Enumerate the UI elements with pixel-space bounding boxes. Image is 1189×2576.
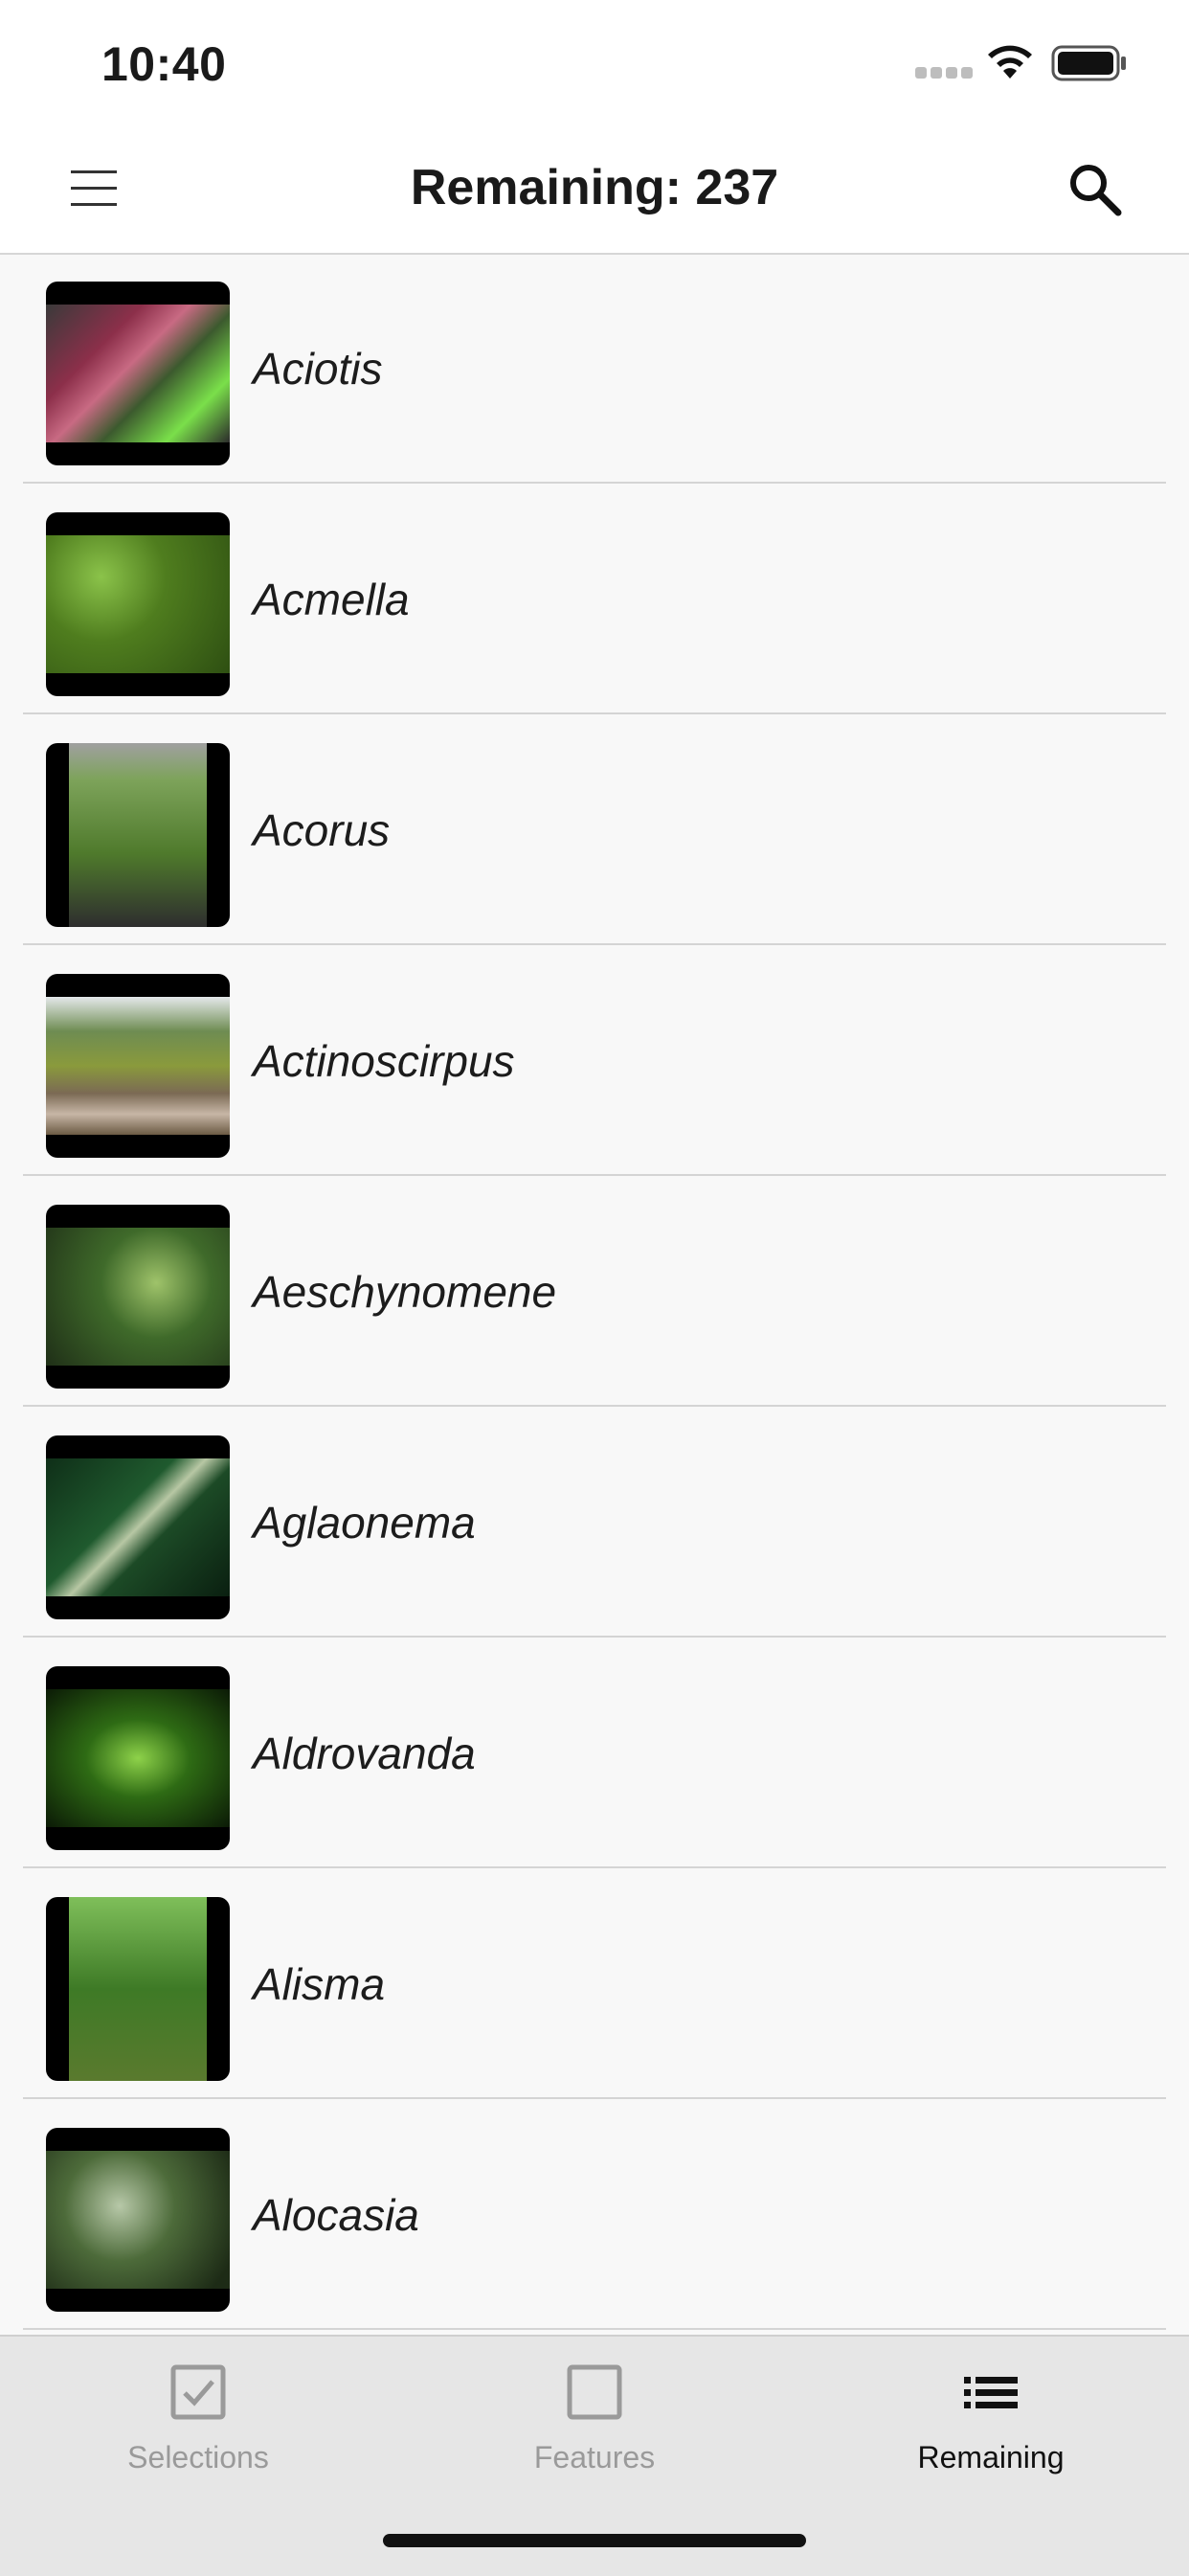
genus-name: Alisma (253, 1959, 386, 2009)
tab-label: Selections (127, 2440, 269, 2474)
genus-name: Alocasia (253, 2190, 419, 2240)
list-item[interactable]: Aeschynomene (0, 1176, 1189, 1407)
plant-thumbnail (46, 1666, 230, 1850)
checkbox-checked-icon (170, 2364, 226, 2420)
navigation-bar: Remaining: 237 (0, 124, 1189, 255)
list-item[interactable]: Aglaonema (0, 1407, 1189, 1638)
plant-thumbnail (46, 743, 230, 927)
list-item[interactable]: Alocasia (0, 2099, 1189, 2330)
checkbox-empty-icon (567, 2364, 622, 2420)
search-icon[interactable] (1065, 159, 1126, 220)
tab-label: Remaining (917, 2440, 1065, 2474)
genus-name: Aciotis (253, 344, 383, 394)
list-item[interactable]: Acorus (0, 714, 1189, 945)
status-bar: 10:40 (0, 0, 1189, 124)
tab-selections[interactable]: Selections (0, 2337, 396, 2519)
plant-thumbnail (46, 1897, 230, 2081)
list-icon (964, 2377, 1018, 2408)
genus-name: Actinoscirpus (253, 1036, 515, 1086)
divider (23, 2328, 1166, 2330)
home-indicator[interactable] (383, 2534, 806, 2547)
tab-remaining[interactable]: Remaining (793, 2337, 1189, 2519)
list-item[interactable]: Aciotis (0, 253, 1189, 484)
list-item[interactable]: Actinoscirpus (0, 945, 1189, 1176)
plant-thumbnail (46, 1205, 230, 1389)
plant-thumbnail (46, 512, 230, 696)
wifi-icon (988, 45, 1032, 79)
plant-thumbnail (46, 2128, 230, 2312)
plant-thumbnail (46, 282, 230, 465)
genus-name: Aldrovanda (253, 1729, 476, 1778)
list-item[interactable]: Acmella (0, 484, 1189, 714)
cellular-signal-icon (915, 67, 973, 80)
genus-name: Acmella (253, 575, 410, 624)
battery-icon (1051, 45, 1126, 81)
genus-name: Aglaonema (253, 1498, 476, 1548)
page-title: Remaining: 237 (410, 160, 779, 215)
plant-thumbnail (46, 974, 230, 1158)
plant-thumbnail (46, 1435, 230, 1619)
tab-features[interactable]: Features (396, 2337, 793, 2519)
genus-name: Acorus (253, 805, 391, 855)
tab-label: Features (533, 2440, 656, 2474)
list-item[interactable]: Aldrovanda (0, 1638, 1189, 1868)
status-time: 10:40 (101, 37, 227, 91)
list-item[interactable]: Alisma (0, 1868, 1189, 2099)
genus-list: Aciotis Acmella Acorus Actinoscirpus Aes… (0, 253, 1189, 2330)
genus-name: Aeschynomene (253, 1267, 557, 1317)
